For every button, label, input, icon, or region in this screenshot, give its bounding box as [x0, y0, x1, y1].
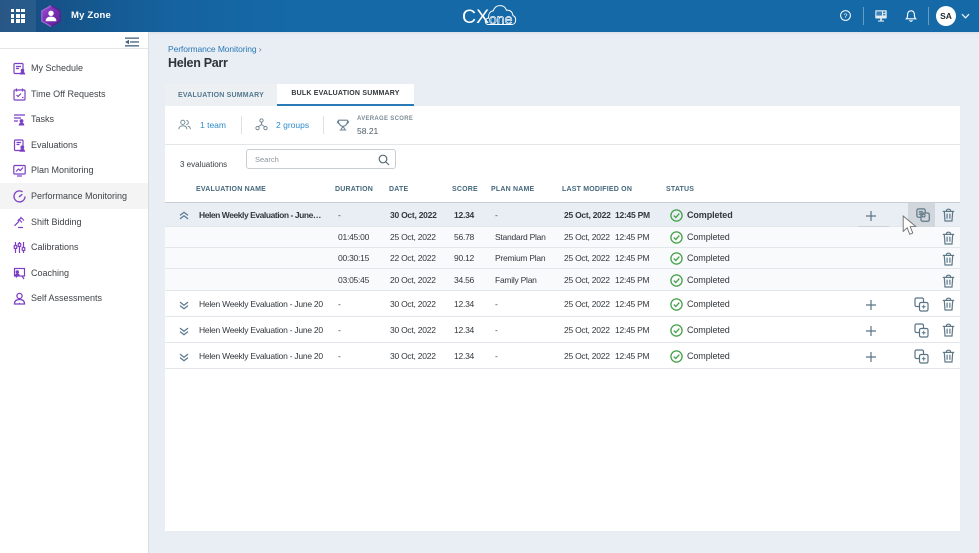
svg-text:?: ? — [844, 13, 848, 20]
svg-text:CX: CX — [462, 6, 489, 28]
svg-text:one: one — [489, 11, 513, 27]
